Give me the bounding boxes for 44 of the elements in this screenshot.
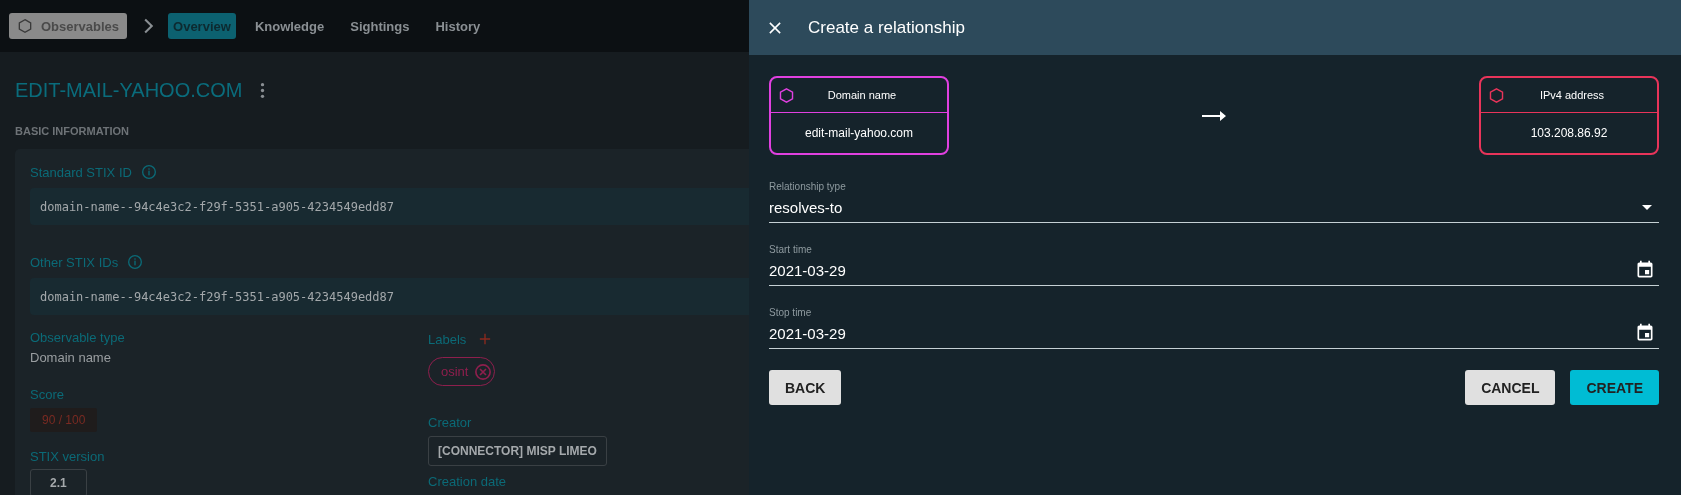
date-field[interactable]: 2021-03-29 — [769, 318, 1659, 349]
action-button[interactable]: CREATE — [1570, 370, 1659, 405]
field-value: Domain name — [30, 350, 112, 365]
arrow-right-icon — [1202, 109, 1226, 122]
info-icon[interactable] — [127, 254, 144, 270]
hexagon-icon — [778, 86, 795, 104]
field-label: Standard STIX ID — [30, 164, 132, 180]
entity-type: Domain name — [826, 89, 898, 101]
id-field: domain-name--94c4e3c2-f29f-5351-a905-4234549edd87 — [30, 278, 749, 315]
select-field[interactable]: resolves-to — [769, 192, 1659, 223]
nav-tab[interactable]: Knowledge — [249, 13, 330, 39]
score-chip: 90 / 100 — [30, 408, 98, 432]
field-label: Relationship type — [769, 181, 847, 192]
entity-name: 103.208.86.92 — [1529, 125, 1609, 142]
more-menu-icon[interactable] — [260, 81, 266, 99]
action-button[interactable]: CANCEL — [1465, 370, 1556, 405]
id-field: domain-name--94c4e3c2-f29f-5351-a905-4234549edd87 — [30, 188, 749, 225]
creator-chip: [CONNECTOR] MISP LIMEO — [428, 436, 607, 466]
nav-tab[interactable]: Sightings — [345, 13, 415, 39]
field-label: Stop time — [769, 307, 813, 318]
close-icon[interactable] — [769, 21, 781, 34]
hexagon-icon — [17, 18, 33, 34]
version-chip: 2.1 — [30, 469, 87, 495]
nav-tab[interactable]: History — [430, 13, 486, 39]
field-label: Score — [30, 387, 65, 402]
field-label: Other STIX IDs — [30, 254, 119, 270]
info-icon[interactable] — [140, 164, 157, 180]
hexagon-icon — [1488, 86, 1505, 104]
entity-title: EDIT-MAIL-YAHOO.COM — [15, 78, 243, 102]
field-label: Creator — [428, 415, 473, 430]
field-label: STIX version — [30, 449, 106, 464]
field-label: Start time — [769, 244, 813, 255]
field-label: Labels — [428, 331, 467, 347]
drawer-title: Create a relationship — [808, 17, 965, 38]
field-label: Observable type — [30, 330, 126, 345]
calendar-icon[interactable] — [1635, 323, 1655, 343]
entity-type: IPv4 address — [1538, 89, 1606, 101]
date-field[interactable]: 2021-03-29 — [769, 255, 1659, 286]
action-button[interactable]: BACK — [769, 370, 842, 405]
dropdown-icon[interactable] — [1642, 204, 1652, 210]
field-label: Creation date — [428, 474, 508, 489]
entity-name: edit-mail-yahoo.com — [803, 125, 914, 142]
section-heading: BASIC INFORMATION — [15, 125, 131, 137]
calendar-icon[interactable] — [1635, 260, 1655, 280]
